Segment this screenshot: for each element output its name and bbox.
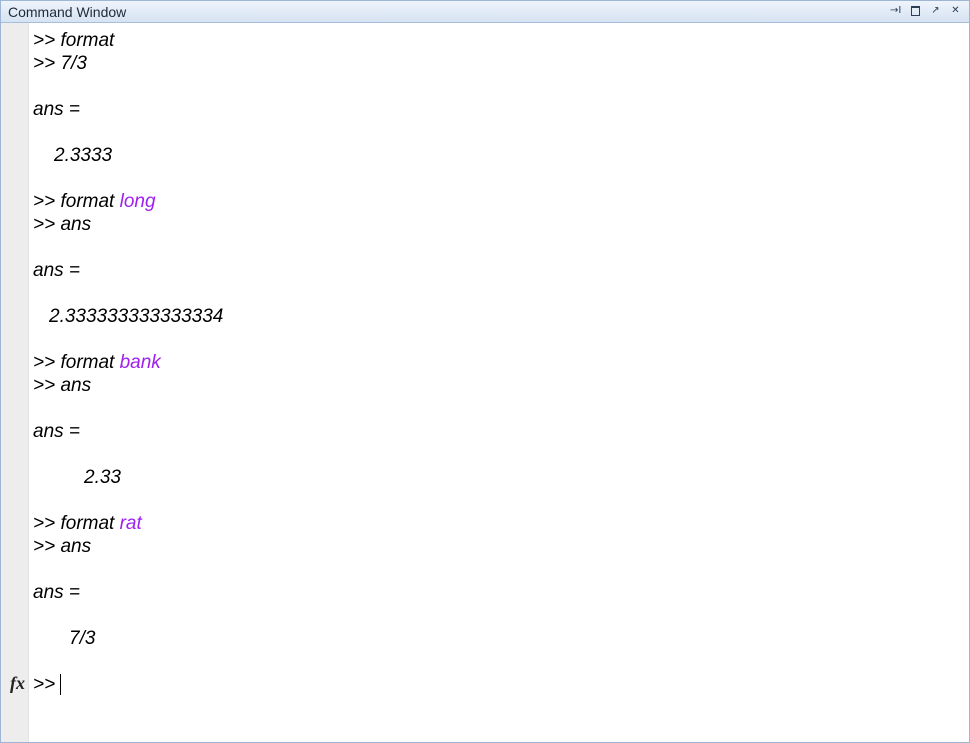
prompt: >> — [33, 191, 61, 212]
command-text: 7/3 — [60, 53, 87, 74]
output-label: ans = — [33, 421, 81, 442]
command-line: >> ans — [33, 535, 91, 558]
text-cursor — [60, 674, 61, 695]
prompt: >> — [33, 513, 61, 534]
command-argument: rat — [119, 513, 142, 534]
window-controls: →I ↗ ✕ — [890, 4, 961, 17]
function-browser-icon[interactable]: fx — [10, 673, 25, 694]
title-bar: Command Window →I ↗ ✕ — [1, 1, 969, 23]
command-line: >> ans — [33, 374, 91, 397]
close-icon[interactable]: ✕ — [950, 4, 961, 17]
undock-icon[interactable]: →I — [890, 4, 901, 17]
window-title: Command Window — [8, 4, 127, 20]
command-argument: long — [119, 191, 156, 212]
output-label: ans = — [33, 260, 81, 281]
prompt: >> — [33, 30, 61, 51]
maximize-icon[interactable] — [910, 4, 921, 17]
output-value: 2.3333 — [54, 145, 113, 166]
command-output[interactable]: >> format >> 7/3 ans = 2.3333 >> format … — [33, 24, 969, 742]
output-label: ans = — [33, 582, 81, 603]
prompt: >> — [33, 375, 61, 396]
prompt: >> — [33, 674, 61, 695]
output-value: 2.333333333333334 — [49, 306, 224, 327]
command-text: ans — [60, 536, 92, 557]
command-argument: bank — [119, 352, 161, 373]
command-line: >> ans — [33, 213, 91, 236]
output-value: 7/3 — [69, 628, 96, 649]
command-text: format — [60, 352, 120, 373]
popout-icon[interactable]: ↗ — [930, 4, 941, 17]
command-window: Command Window →I ↗ ✕ >> format >> 7/3 a… — [0, 0, 970, 743]
command-text: ans — [60, 375, 92, 396]
command-line: >> 7/3 — [33, 52, 87, 75]
input-line[interactable]: >> — [33, 673, 60, 696]
prompt: >> — [33, 536, 61, 557]
output-label: ans = — [33, 99, 81, 120]
prompt: >> — [33, 53, 61, 74]
command-line: >> format — [33, 29, 114, 52]
command-line: >> format long — [33, 190, 156, 213]
gutter — [1, 23, 29, 742]
command-line: >> format rat — [33, 512, 142, 535]
prompt: >> — [33, 352, 61, 373]
output-value: 2.33 — [84, 467, 121, 488]
command-text: format — [60, 30, 115, 51]
command-text: ans — [60, 214, 92, 235]
command-line: >> format bank — [33, 351, 161, 374]
command-text: format — [60, 191, 120, 212]
command-text: format — [60, 513, 120, 534]
prompt: >> — [33, 214, 61, 235]
